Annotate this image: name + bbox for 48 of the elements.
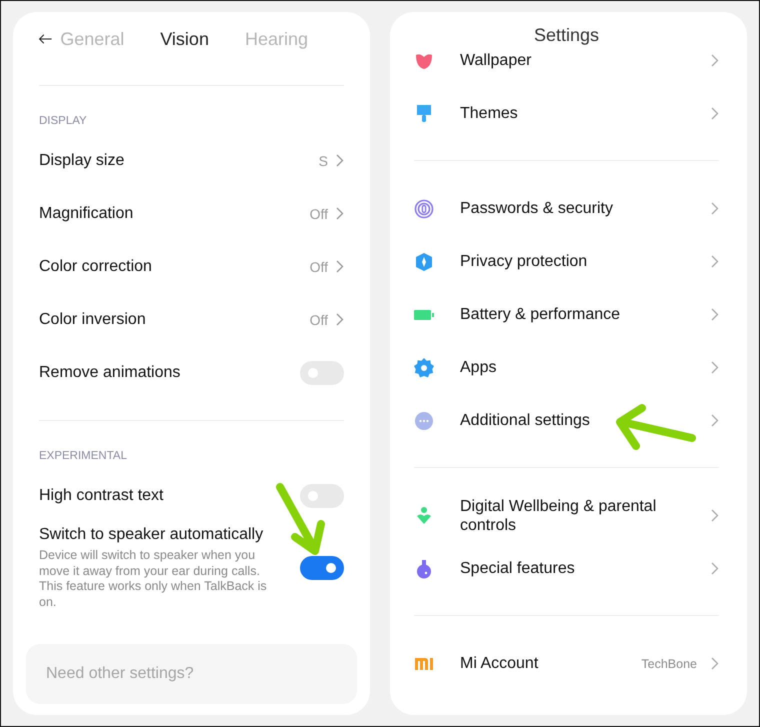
section-heading: EXPERIMENTAL xyxy=(39,450,128,462)
setting-label: Switch to speaker automatically xyxy=(39,526,264,544)
section-heading: DISPLAY xyxy=(39,115,88,127)
flask-icon xyxy=(414,558,434,578)
brush-icon xyxy=(414,104,434,124)
dots-icon xyxy=(414,410,434,430)
tab[interactable]: Vision xyxy=(160,28,209,50)
chevron-icon[interactable] xyxy=(711,509,719,522)
chevron-icon[interactable] xyxy=(711,414,719,427)
chevron-icon[interactable] xyxy=(711,255,719,268)
chevron-icon[interactable] xyxy=(711,54,719,67)
heart-icon xyxy=(414,506,434,526)
settings-item[interactable]: Themes xyxy=(460,104,711,123)
fingerprint-icon xyxy=(414,198,434,218)
chevron-icon[interactable] xyxy=(336,313,344,326)
chevron-icon[interactable] xyxy=(336,260,344,273)
setting-label: Color inversion xyxy=(39,310,147,328)
settings-item[interactable]: Wallpaper xyxy=(460,51,711,70)
setting-description: Device will switch to speaker when you move it away from your ear during calls. This feature works only when TalkBack is on. xyxy=(39,548,268,610)
settings-item[interactable]: Apps xyxy=(460,358,711,377)
toggle-switch[interactable] xyxy=(300,556,344,580)
setting-value: Off xyxy=(310,258,328,274)
chevron-icon[interactable] xyxy=(336,207,344,220)
chevron-icon[interactable] xyxy=(711,361,719,374)
settings-item[interactable]: Special features xyxy=(460,559,711,578)
setting-label: Color correction xyxy=(39,258,153,276)
shield-icon xyxy=(414,252,434,272)
settings-item[interactable]: Battery & performance xyxy=(460,305,711,324)
setting-value: Off xyxy=(310,312,328,328)
setting-label: High contrast text xyxy=(39,486,164,504)
setting-value: S xyxy=(318,152,328,168)
settings-item[interactable]: Digital Wellbeing & parental controls xyxy=(460,496,711,534)
setting-label: Remove animations xyxy=(39,364,182,382)
setting-value: Off xyxy=(310,206,328,222)
settings-item[interactable]: Additional settings xyxy=(460,411,711,430)
chevron-icon[interactable] xyxy=(711,308,719,321)
settings-item[interactable]: Privacy protection xyxy=(460,252,711,271)
setting-label: Display size xyxy=(39,152,126,170)
chevron-icon[interactable] xyxy=(711,107,719,120)
gear-icon xyxy=(414,358,434,378)
chevron-icon[interactable] xyxy=(711,202,719,215)
chevron-icon[interactable] xyxy=(711,562,719,575)
settings-item[interactable]: Mi Account xyxy=(460,654,642,673)
account-name: TechBone xyxy=(641,656,697,670)
settings-item[interactable]: Passwords & security xyxy=(460,199,711,218)
setting-label: Magnification xyxy=(39,204,134,222)
chevron-icon[interactable] xyxy=(336,154,344,167)
chevron-icon[interactable] xyxy=(711,657,719,670)
